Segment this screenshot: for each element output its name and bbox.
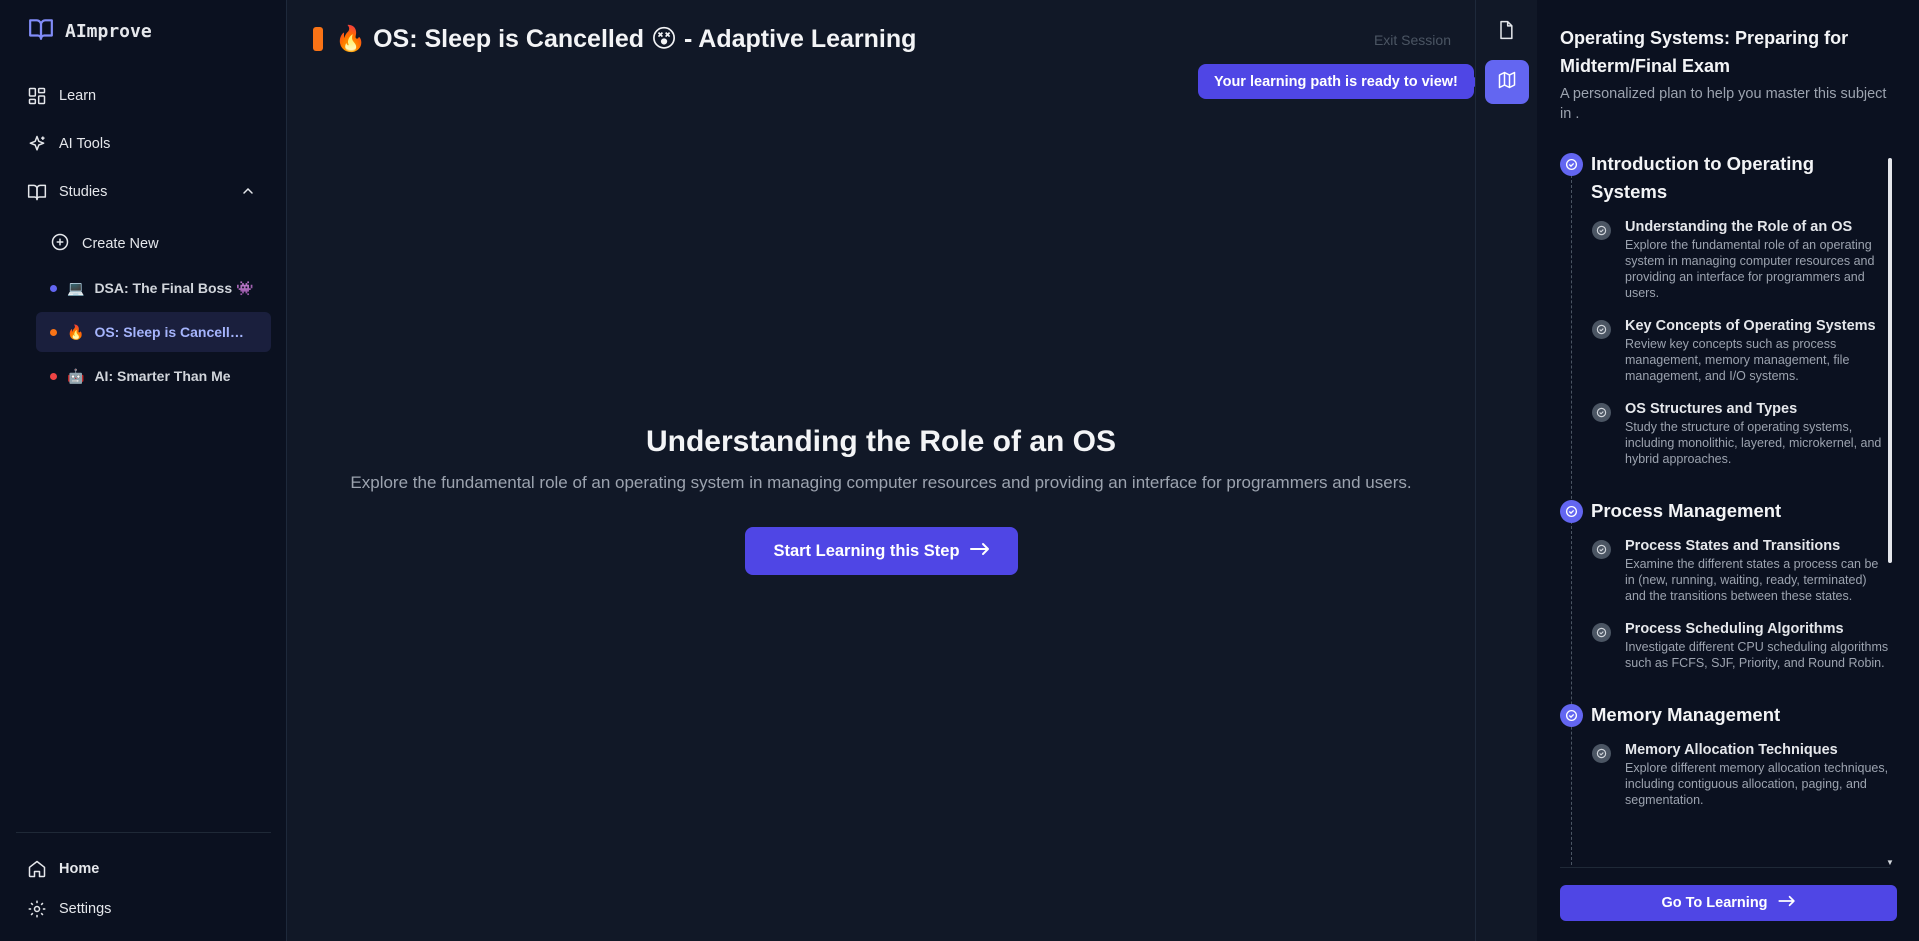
nav-learn-label: Learn: [59, 88, 97, 104]
topic-description: Investigate different CPU scheduling alg…: [1625, 640, 1889, 670]
main-content: 🔥 OS: Sleep is Cancelled 😵 - Adaptive Le…: [287, 0, 1480, 941]
topic-description: Study the structure of operating systems…: [1625, 420, 1882, 466]
nav-studies-label: Studies: [59, 184, 108, 200]
go-to-learning-label: Go To Learning: [1661, 895, 1768, 911]
section-header[interactable]: Memory Management: [1560, 701, 1890, 729]
streak-indicator: [313, 27, 323, 51]
nav-learn[interactable]: Learn: [27, 86, 96, 106]
topic-description: Explore the fundamental role of an opera…: [1625, 238, 1875, 300]
topic-title: OS Structures and Types: [1625, 401, 1798, 417]
topic-circle-icon: [1592, 221, 1611, 240]
topic-circle-icon: [1592, 403, 1611, 422]
topic-circle-icon: [1592, 623, 1611, 642]
path-section: Memory Management Memory Allocation Tech…: [1560, 701, 1890, 808]
step-description: Explore the fundamental role of an opera…: [350, 473, 1412, 492]
gear-icon: [27, 899, 47, 919]
topic-circle-icon: [1592, 744, 1611, 763]
sparkle-icon: [27, 134, 47, 154]
scroll-down-arrow-icon[interactable]: ▼: [1886, 858, 1894, 867]
topic-title: Process Scheduling Algorithms: [1625, 621, 1844, 637]
brand[interactable]: AImprove: [27, 16, 152, 47]
study-item-ai[interactable]: 🤖 AI: Smarter Than Me: [36, 356, 271, 396]
start-learning-button[interactable]: Start Learning this Step: [745, 527, 1018, 575]
sidebar-divider: [16, 832, 271, 833]
section-title: Process Management: [1591, 500, 1782, 521]
topic-title: Key Concepts of Operating Systems: [1625, 318, 1876, 334]
nav-home-label: Home: [59, 861, 100, 877]
app-window: AImprove Learn AI Tools Studies Create N…: [0, 0, 1919, 941]
go-to-learning-button[interactable]: Go To Learning: [1560, 885, 1897, 921]
check-circle-icon: [1560, 704, 1583, 727]
create-new-button[interactable]: Create New: [50, 232, 159, 256]
document-icon[interactable]: [1496, 20, 1516, 45]
section-header[interactable]: Process Management: [1560, 497, 1890, 525]
study-color-dot: [50, 284, 57, 292]
arrow-right-icon: [1777, 895, 1796, 911]
study-item-os[interactable]: 🔥 OS: Sleep is Cancelled 😵: [36, 312, 271, 352]
topic-description: Examine the different states a process c…: [1625, 557, 1879, 603]
study-emoji: 🔥: [67, 323, 85, 340]
create-new-label: Create New: [82, 236, 159, 252]
nav-ai-tools-label: AI Tools: [59, 136, 111, 152]
topic-description: Explore different memory allocation tech…: [1625, 761, 1889, 807]
dashboard-icon: [27, 86, 47, 106]
nav-settings[interactable]: Settings: [27, 899, 111, 919]
learning-path-subtitle: A personalized plan to help you master t…: [1560, 86, 1887, 122]
learning-path-map-button[interactable]: [1485, 60, 1529, 104]
learning-path-tooltip: Your learning path is ready to view!: [1198, 64, 1480, 99]
path-section: Introduction to Operating Systems Unders…: [1560, 150, 1890, 467]
path-topic[interactable]: Process States and Transitions Examine t…: [1592, 537, 1890, 604]
learning-path-panel: Operating Systems: Preparing for Midterm…: [1537, 0, 1919, 941]
nav-ai-tools[interactable]: AI Tools: [27, 134, 110, 154]
session-header: 🔥 OS: Sleep is Cancelled 😵 - Adaptive Le…: [313, 24, 916, 54]
study-label: OS: Sleep is Cancelled 😵: [94, 323, 251, 340]
path-topic[interactable]: Process Scheduling Algorithms Investigat…: [1592, 620, 1890, 671]
page-title: 🔥 OS: Sleep is Cancelled 😵 - Adaptive Le…: [335, 25, 917, 53]
study-emoji: 💻: [67, 279, 85, 296]
section-title: Introduction to Operating Systems: [1591, 153, 1815, 202]
map-icon: [1497, 70, 1517, 95]
home-icon: [27, 859, 47, 879]
study-item-dsa[interactable]: 💻 DSA: The Final Boss 👾: [36, 268, 271, 308]
topic-title: Understanding the Role of an OS: [1625, 219, 1853, 235]
book-logo-icon: [27, 16, 55, 47]
nav-home[interactable]: Home: [27, 859, 99, 879]
panel-toggle-rail: [1475, 0, 1537, 941]
chevron-up-icon[interactable]: [240, 183, 256, 204]
path-topic[interactable]: Understanding the Role of an OS Explore …: [1592, 218, 1890, 301]
topic-circle-icon: [1592, 540, 1611, 559]
step-title: Understanding the Role of an OS: [645, 425, 1117, 458]
start-learning-label: Start Learning this Step: [773, 541, 960, 560]
panel-divider: [1560, 867, 1890, 868]
nav-studies[interactable]: Studies: [27, 182, 107, 202]
exit-session-link[interactable]: Exit Session: [1374, 32, 1451, 48]
book-icon: [27, 182, 47, 202]
study-label: AI: Smarter Than Me: [94, 368, 231, 384]
check-circle-icon: [1560, 500, 1583, 523]
learning-path-list[interactable]: Introduction to Operating Systems Unders…: [1560, 150, 1890, 866]
app-name: AImprove: [65, 21, 152, 42]
path-topic[interactable]: OS Structures and Types Study the struct…: [1592, 400, 1890, 467]
topic-title: Process States and Transitions: [1625, 538, 1841, 554]
section-header[interactable]: Introduction to Operating Systems: [1560, 150, 1890, 206]
plus-circle-icon: [50, 232, 70, 256]
section-title: Memory Management: [1591, 704, 1781, 725]
topic-description: Review key concepts such as process mana…: [1625, 337, 1850, 383]
study-color-dot: [50, 372, 57, 380]
path-scrollbar[interactable]: [1888, 158, 1892, 563]
learning-path-title: Operating Systems: Preparing for Midterm…: [1560, 28, 1849, 76]
study-emoji: 🤖: [67, 367, 85, 384]
topic-circle-icon: [1592, 320, 1611, 339]
path-topic[interactable]: Memory Allocation Techniques Explore dif…: [1592, 741, 1890, 808]
study-label: DSA: The Final Boss 👾: [94, 279, 254, 296]
study-color-dot: [50, 328, 57, 336]
check-circle-icon: [1560, 153, 1583, 176]
path-section: Process Management Process States and Tr…: [1560, 497, 1890, 671]
nav-settings-label: Settings: [59, 901, 112, 917]
path-topic[interactable]: Key Concepts of Operating Systems Review…: [1592, 317, 1890, 384]
arrow-right-icon: [969, 542, 990, 561]
sidebar: AImprove Learn AI Tools Studies Create N…: [0, 0, 287, 941]
topic-title: Memory Allocation Techniques: [1625, 742, 1838, 758]
